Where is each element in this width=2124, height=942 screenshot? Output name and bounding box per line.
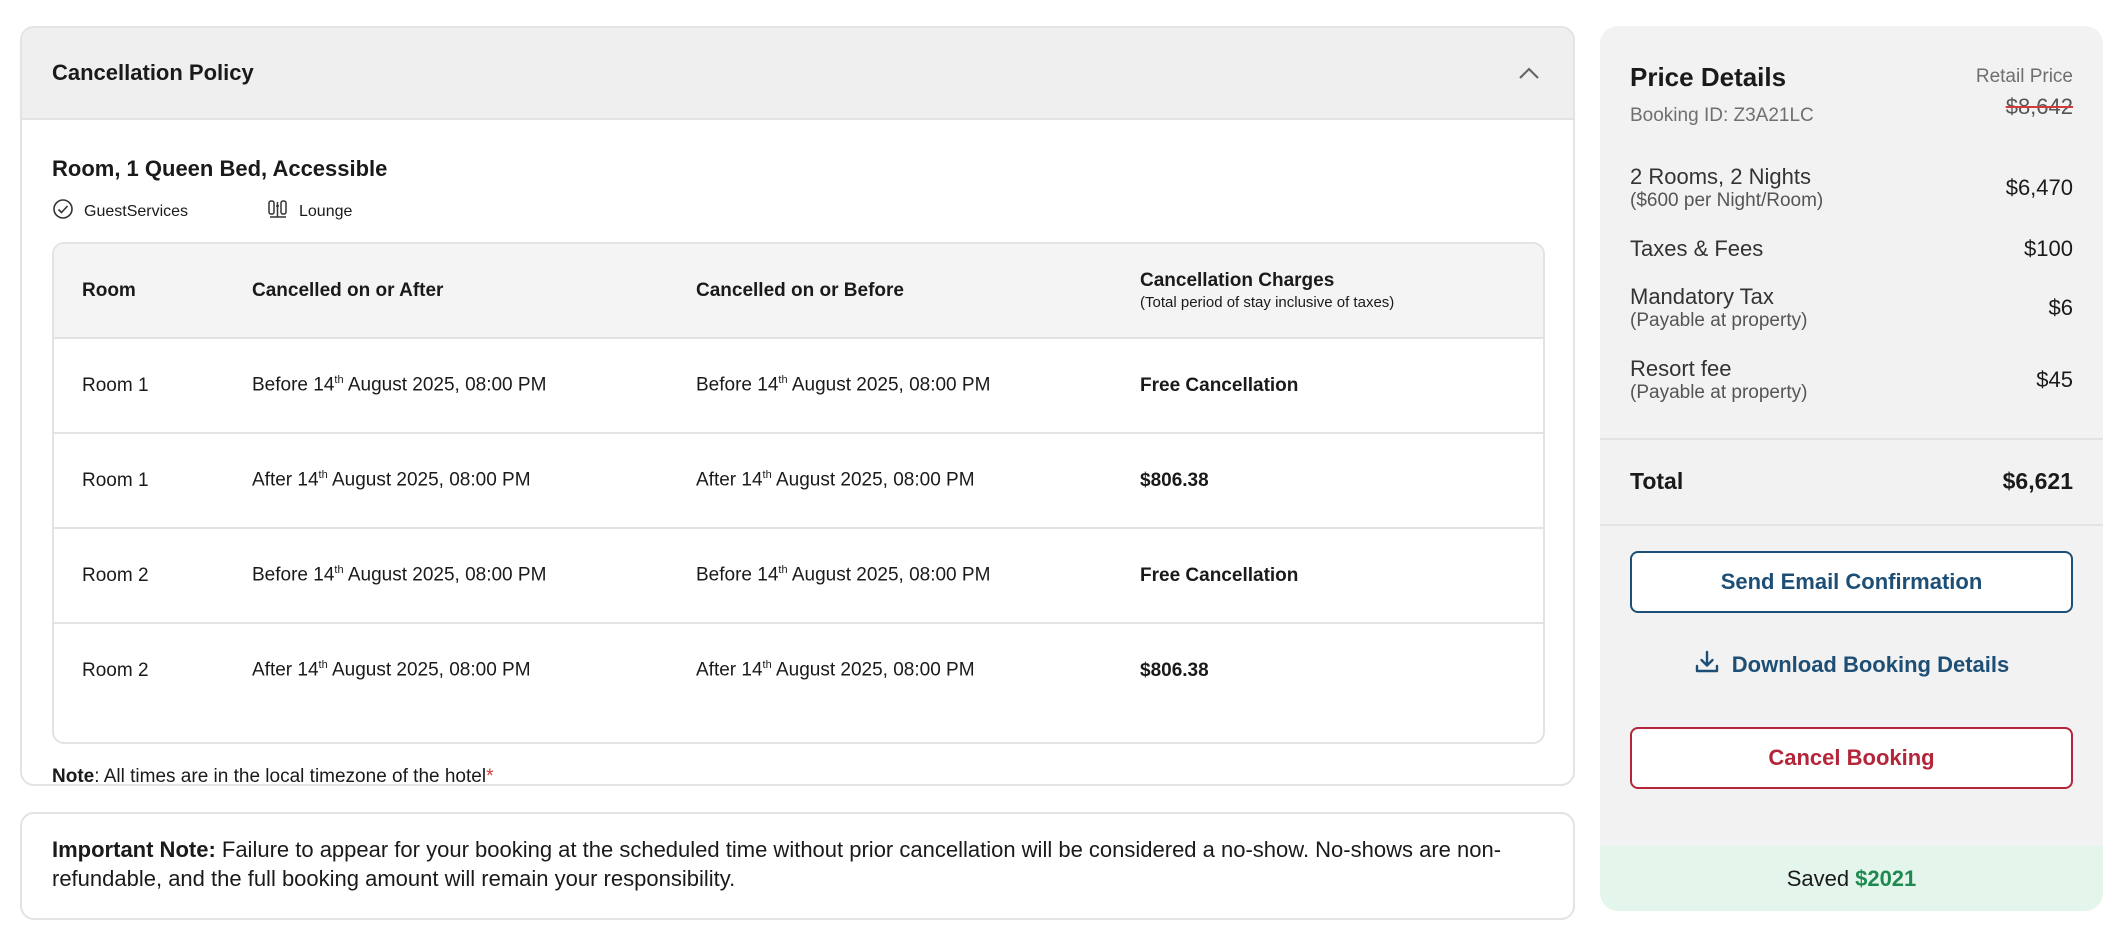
- price-line-mandatory-tax: Mandatory Tax (Payable at property) $6: [1630, 284, 2073, 332]
- total-value: $6,621: [2002, 468, 2073, 494]
- price-details-panel: Price Details Booking ID: Z3A21LC Retail…: [1600, 26, 2103, 911]
- cell-after: After 14th August 2025, 08:00 PM: [252, 659, 531, 681]
- amenity-guest-services: GuestServices: [52, 198, 227, 225]
- cell-charge: Free Cancellation: [1140, 374, 1299, 396]
- table-header-row: Room Cancelled on or After Cancelled on …: [54, 244, 1543, 337]
- cell-charge: $806.38: [1140, 659, 1209, 681]
- table-row: Room 2 Before 14th August 2025, 08:00 PM…: [54, 527, 1543, 622]
- amenities-list: GuestServices Lounge: [52, 198, 352, 225]
- price-line-resort-fee: Resort fee (Payable at property) $45: [1630, 356, 2073, 404]
- lounge-icon: [267, 198, 289, 225]
- line-label: Taxes & Fees: [1630, 236, 1764, 261]
- savings-bar: Saved $2021: [1600, 846, 2103, 911]
- button-label: Cancel Booking: [1768, 745, 1935, 770]
- divider: [1600, 438, 2103, 440]
- cancel-booking-button[interactable]: Cancel Booking: [1630, 727, 2073, 789]
- saved-label: Saved: [1786, 865, 1850, 891]
- download-booking-details-button[interactable]: Download Booking Details: [1630, 634, 2073, 696]
- cell-after: Before 14th August 2025, 08:00 PM: [252, 374, 547, 396]
- important-note-label: Important Note:: [52, 837, 216, 862]
- divider: [1600, 524, 2103, 526]
- note-text: : All times are in the local timezone of…: [94, 766, 487, 786]
- cell-after: After 14th August 2025, 08:00 PM: [252, 469, 531, 491]
- cell-room: Room 1: [82, 469, 149, 491]
- cell-room: Room 1: [82, 374, 149, 396]
- retail-price-label: Retail Price: [1975, 66, 2073, 87]
- header-room: Room: [82, 279, 136, 301]
- download-icon: [1694, 649, 1720, 681]
- price-line-taxes: Taxes & Fees $100: [1630, 236, 2073, 262]
- timezone-note: Note: All times are in the local timezon…: [52, 766, 494, 786]
- note-asterisk: *: [486, 766, 494, 786]
- line-sub: ($600 per Night/Room): [1630, 190, 1824, 211]
- line-value: $100: [2024, 236, 2073, 261]
- price-summary: Price Details Booking ID: Z3A21LC Retail…: [1600, 26, 2103, 438]
- cancellation-table: Room Cancelled on or After Cancelled on …: [52, 242, 1545, 744]
- line-sub: (Payable at property): [1630, 382, 1808, 403]
- table-row: Room 1 Before 14th August 2025, 08:00 PM…: [54, 337, 1543, 432]
- line-value: $45: [2036, 367, 2073, 392]
- cell-room: Room 2: [82, 564, 149, 586]
- table-row: Room 1 After 14th August 2025, 08:00 PM …: [54, 432, 1543, 527]
- total-row: Total $6,621: [1630, 468, 2073, 495]
- room-title: Room, 1 Queen Bed, Accessible: [52, 156, 388, 181]
- amenity-label: GuestServices: [84, 202, 189, 220]
- note-label: Note: [52, 766, 95, 786]
- cell-charge: Free Cancellation: [1140, 564, 1299, 586]
- cell-before: After 14th August 2025, 08:00 PM: [696, 659, 975, 681]
- header-cancelled-before: Cancelled on or Before: [696, 279, 904, 301]
- line-sub: (Payable at property): [1630, 310, 1808, 331]
- saved-amount: $2021: [1855, 865, 1917, 891]
- line-value: $6,470: [2005, 175, 2073, 200]
- line-value: $6: [2048, 295, 2073, 320]
- cancellation-policy-card: Cancellation Policy Room, 1 Queen Bed, A…: [20, 26, 1575, 786]
- cell-charge: $806.38: [1140, 469, 1209, 491]
- cell-before: After 14th August 2025, 08:00 PM: [696, 469, 975, 491]
- chevron-up-icon[interactable]: [1515, 59, 1543, 87]
- cell-room: Room 2: [82, 659, 149, 681]
- retail-price-block: Retail Price $8,642: [1976, 66, 2073, 120]
- line-label: Mandatory Tax: [1630, 284, 1774, 309]
- header-charges-label: Cancellation Charges: [1140, 270, 1335, 291]
- button-label: Send Email Confirmation: [1720, 569, 1983, 594]
- check-circle-icon: [52, 198, 74, 225]
- cell-after: Before 14th August 2025, 08:00 PM: [252, 564, 547, 586]
- header-charges-sub: (Total period of stay inclusive of taxes…: [1140, 294, 1395, 311]
- total-label: Total: [1630, 468, 1684, 494]
- line-label: Resort fee: [1630, 356, 1732, 381]
- amenity-label: Lounge: [299, 202, 353, 220]
- cell-before: Before 14th August 2025, 08:00 PM: [696, 374, 991, 396]
- amenity-lounge: Lounge: [267, 198, 352, 225]
- important-note-card: Important Note: Failure to appear for yo…: [20, 812, 1575, 920]
- retail-price-value: $8,642: [2005, 94, 2073, 119]
- send-email-confirmation-button[interactable]: Send Email Confirmation: [1630, 551, 2073, 613]
- important-note-text: Failure to appear for your booking at th…: [52, 837, 1502, 891]
- header-cancelled-after: Cancelled on or After: [252, 279, 444, 301]
- table-row: Room 2 After 14th August 2025, 08:00 PM …: [54, 622, 1543, 717]
- price-line-rooms: 2 Rooms, 2 Nights ($600 per Night/Room) …: [1630, 164, 2073, 212]
- cell-before: Before 14th August 2025, 08:00 PM: [696, 564, 991, 586]
- cancellation-policy-title: Cancellation Policy: [52, 60, 254, 85]
- line-label: 2 Rooms, 2 Nights: [1630, 164, 1811, 189]
- cancellation-policy-header[interactable]: Cancellation Policy: [22, 28, 1573, 120]
- header-cancellation-charges: Cancellation Charges (Total period of st…: [1140, 270, 1543, 311]
- button-label: Download Booking Details: [1731, 652, 2010, 677]
